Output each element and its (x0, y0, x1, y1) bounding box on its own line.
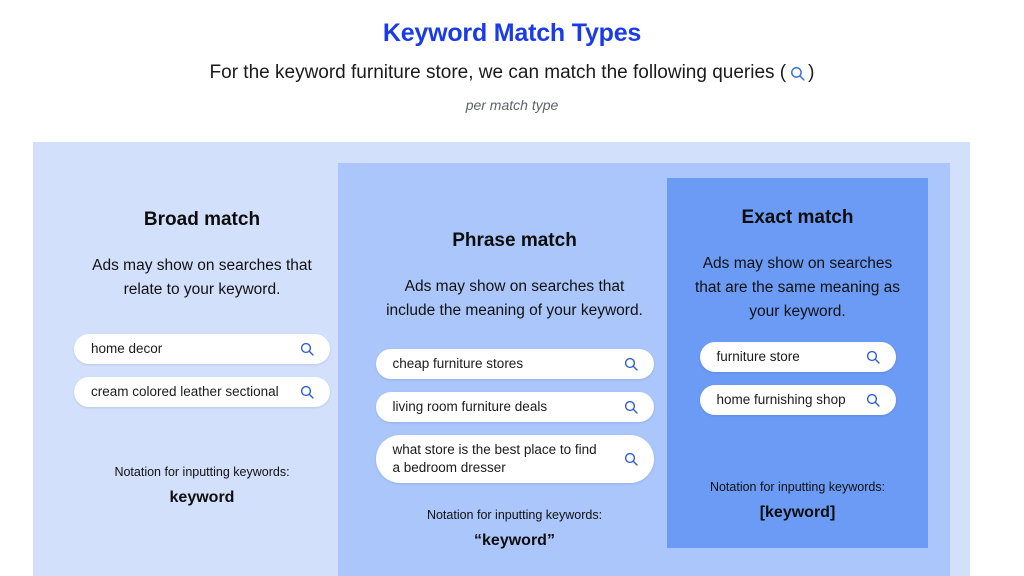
column-title-broad: Broad match (143, 209, 261, 230)
notation-broad: Notation for inputting keywords: keyword (66, 464, 338, 509)
query-text: home furnishing shop (716, 392, 846, 407)
query-pill[interactable]: cream colored leather sectional (74, 377, 330, 407)
column-phrase-match: Phrase match Ads may show on searches th… (362, 163, 667, 576)
notation-phrase: Notation for inputting keywords: “keywor… (362, 507, 667, 552)
notation-value: keyword (169, 489, 235, 506)
query-list-exact: furniture store home furnishing shop (667, 342, 928, 415)
header: Keyword Match Types For the keyword furn… (0, 0, 1024, 114)
column-description-phrase: Ads may show on searches that include th… (386, 278, 643, 319)
subtitle: For the keyword furniture store, we can … (0, 60, 1024, 86)
notation-label: Notation for inputting keywords: (114, 465, 290, 479)
search-icon[interactable] (864, 391, 882, 409)
subtitle-text-before: For the keyword furniture store, we can … (209, 62, 787, 83)
query-text: cheap furniture stores (392, 356, 524, 371)
notation-label: Notation for inputting keywords: (709, 480, 886, 494)
query-pill[interactable]: what store is the best place to find a b… (375, 435, 654, 483)
search-icon[interactable] (298, 383, 316, 401)
panel-phrase-match: Phrase match Ads may show on searches th… (338, 163, 950, 576)
page-title: Keyword Match Types (382, 19, 642, 47)
search-icon (786, 62, 808, 84)
query-list-phrase: cheap furniture stores living room furni… (362, 349, 667, 483)
query-pill[interactable]: home decor (74, 334, 330, 364)
query-pill[interactable]: living room furniture deals (375, 392, 654, 422)
column-description-broad: Ads may show on searches that relate to … (92, 257, 312, 298)
column-title-phrase: Phrase match (452, 230, 577, 251)
query-list-broad: home decor cream colored leather section… (66, 334, 338, 407)
search-icon[interactable] (622, 450, 640, 468)
notation-value: [keyword] (759, 504, 836, 521)
query-pill[interactable]: home furnishing shop (699, 385, 896, 415)
column-exact-match: Exact match Ads may show on searches tha… (667, 178, 928, 548)
query-text: home decor (91, 341, 163, 356)
query-text: furniture store (716, 349, 800, 364)
search-icon[interactable] (864, 348, 882, 366)
search-icon[interactable] (298, 340, 316, 358)
query-text: what store is the best place to find a b… (392, 442, 597, 475)
column-broad-match: Broad match Ads may show on searches tha… (66, 142, 338, 576)
search-icon[interactable] (622, 398, 640, 416)
query-text: living room furniture deals (392, 399, 548, 414)
panel-broad-match: Broad match Ads may show on searches tha… (33, 142, 970, 576)
keyword-match-types-infographic: Keyword Match Types For the keyword furn… (0, 0, 1024, 576)
subtitle-note: per match type (465, 97, 559, 113)
notation-value: “keyword” (474, 532, 555, 549)
notation-exact: Notation for inputting keywords: [keywor… (667, 479, 928, 524)
column-title-exact: Exact match (741, 207, 854, 228)
search-icon[interactable] (622, 355, 640, 373)
query-pill[interactable]: cheap furniture stores (375, 349, 654, 379)
query-text: cream colored leather sectional (91, 384, 279, 399)
notation-label: Notation for inputting keywords: (426, 508, 603, 522)
column-description-exact: Ads may show on searches that are the sa… (694, 255, 901, 320)
query-pill[interactable]: furniture store (699, 342, 896, 372)
subtitle-text-after: ) (808, 62, 815, 83)
panel-exact-match: Exact match Ads may show on searches tha… (667, 178, 928, 548)
